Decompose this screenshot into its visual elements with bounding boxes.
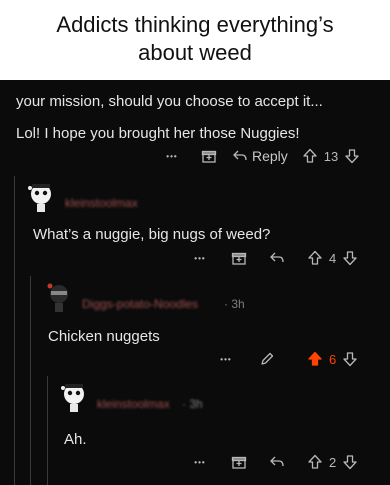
username[interactable]: kleinstoolmax — [97, 397, 170, 411]
comment-text: Chicken nuggets — [48, 328, 160, 345]
award-icon[interactable] — [231, 454, 247, 470]
thread-line-3[interactable] — [47, 376, 48, 485]
award-icon[interactable] — [201, 148, 217, 164]
comment-text: What’s a nuggie, big nugs of weed? — [33, 226, 271, 243]
upvote-icon — [308, 351, 322, 366]
reply-arrow-icon — [270, 456, 284, 467]
upvote-icon — [308, 250, 322, 265]
more-options-button[interactable]: ••• — [189, 254, 211, 263]
award-icon[interactable] — [231, 250, 247, 266]
comment-actions: ••• 4 — [189, 248, 358, 268]
comment-text: your mission, should you choose to accep… — [16, 93, 323, 110]
username[interactable]: kleinstoolmax — [65, 196, 138, 210]
avatar-icon — [61, 384, 84, 412]
avatar-icon — [47, 283, 68, 312]
reply-arrow-icon — [232, 149, 248, 163]
avatar[interactable] — [59, 380, 89, 414]
vote-score: 2 — [329, 454, 337, 470]
caption-line-1: Addicts thinking everything’s — [56, 12, 334, 37]
vote-score: 13 — [323, 148, 339, 164]
downvote-button[interactable] — [342, 250, 358, 266]
edit-button[interactable] — [259, 351, 275, 367]
avatar[interactable] — [44, 280, 74, 314]
downvote-icon — [343, 352, 357, 367]
comment-actions: ••• 6 — [215, 349, 358, 369]
username[interactable]: Diggs-potato-Noodles — [82, 297, 198, 311]
downvote-button[interactable] — [342, 351, 358, 367]
downvote-icon — [343, 251, 357, 266]
comment-actions: ••• Reply 13 — [161, 146, 360, 166]
thread-line-2[interactable] — [30, 276, 31, 485]
upvote-button[interactable] — [307, 351, 323, 367]
reply-button[interactable] — [269, 455, 285, 469]
downvote-icon — [343, 455, 357, 470]
downvote-icon — [345, 149, 359, 164]
avatar[interactable] — [26, 180, 56, 214]
upvote-icon — [308, 454, 322, 469]
vote-score: 6 — [329, 351, 337, 367]
meme-caption: Addicts thinking everything’s about weed — [0, 0, 390, 80]
timestamp: · 3h — [224, 297, 245, 311]
reply-label: Reply — [252, 148, 288, 164]
reply-button[interactable]: Reply — [232, 148, 288, 164]
caption-line-2: about weed — [138, 40, 252, 65]
more-options-button[interactable]: ••• — [161, 152, 183, 161]
more-options-button[interactable]: ••• — [215, 355, 237, 364]
reply-arrow-icon — [270, 252, 284, 263]
vote-score: 4 — [329, 250, 337, 266]
edit-pencil-icon — [261, 352, 274, 365]
downvote-button[interactable] — [342, 454, 358, 470]
reply-button[interactable] — [269, 251, 285, 265]
upvote-button[interactable] — [307, 454, 323, 470]
upvote-button[interactable] — [302, 148, 318, 164]
upvote-icon — [303, 148, 317, 163]
comment-text: Lol! I hope you brought her those Nuggie… — [16, 125, 300, 142]
downvote-button[interactable] — [344, 148, 360, 164]
thread-line-1[interactable] — [14, 176, 15, 485]
timestamp: · 3h — [182, 397, 203, 411]
upvote-button[interactable] — [307, 250, 323, 266]
comment-thread: your mission, should you choose to accep… — [0, 80, 390, 485]
comment-text: Ah. — [64, 431, 87, 448]
comment-actions: ••• 2 — [189, 452, 358, 472]
more-options-button[interactable]: ••• — [189, 458, 211, 467]
avatar-icon — [28, 184, 51, 212]
